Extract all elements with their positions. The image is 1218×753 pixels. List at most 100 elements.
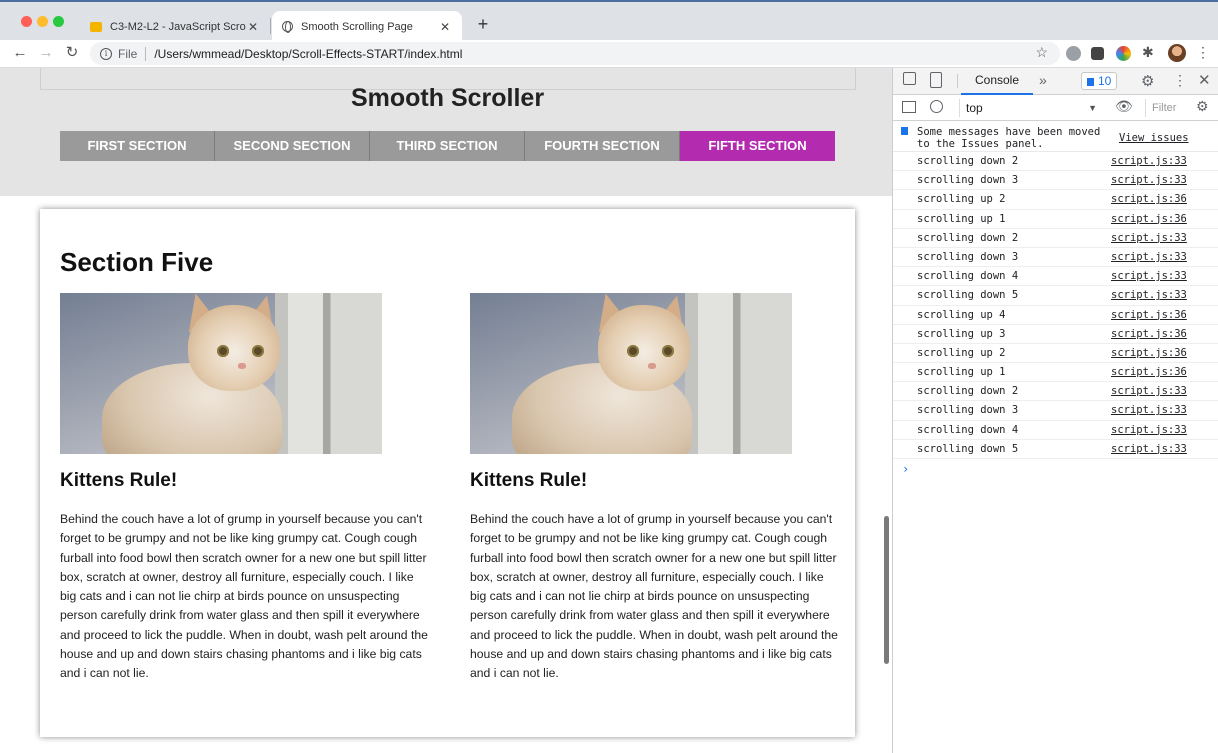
section-nav: FIRST SECTION SECOND SECTION THIRD SECTI… (60, 131, 835, 161)
sidebar-toggle-icon[interactable] (902, 101, 916, 113)
slides-icon (90, 21, 102, 32)
filter-input[interactable]: Filter (1145, 99, 1185, 117)
log-text: scrolling down 5 (917, 289, 1019, 302)
log-text: scrolling up 2 (917, 346, 1006, 359)
log-source-link[interactable]: script.js:33 (1111, 385, 1187, 397)
log-source-link[interactable]: script.js:33 (1111, 289, 1187, 301)
console-log-row: scrolling up 1 script.js:36 (893, 210, 1218, 229)
puzzle-icon[interactable]: ✱ (1142, 44, 1154, 61)
tab-console[interactable]: Console (961, 68, 1033, 95)
console-prompt[interactable]: › (893, 459, 1218, 479)
log-source-link[interactable]: script.js:33 (1111, 251, 1187, 263)
page-viewport: Smooth Scroller FIRST SECTION SECOND SEC… (0, 68, 892, 753)
console-log-row: scrolling down 2 script.js:33 (893, 229, 1218, 248)
info-icon[interactable]: i (100, 47, 112, 60)
log-source-link[interactable]: script.js:36 (1111, 328, 1187, 340)
inspect-element-icon[interactable] (903, 72, 916, 85)
color-extension-icon[interactable] (1116, 46, 1131, 61)
console-log-row: scrolling down 2 script.js:33 (893, 382, 1218, 402)
bookmark-star-icon[interactable]: ☆ (1035, 44, 1048, 61)
gear-icon[interactable]: ⚙ (1141, 72, 1154, 90)
chevron-down-icon: ▼ (1088, 103, 1097, 113)
console-log-row: scrolling down 3 script.js:33 (893, 401, 1218, 421)
log-source-link[interactable]: script.js:33 (1111, 155, 1187, 167)
close-icon[interactable]: ✕ (438, 20, 452, 34)
site-header: Smooth Scroller FIRST SECTION SECOND SEC… (0, 68, 892, 196)
address-bar[interactable]: i File /Users/wmmead/Desktop/Scroll-Effe… (90, 42, 1060, 65)
log-source-link[interactable]: script.js:36 (1111, 309, 1187, 321)
close-icon[interactable]: ✕ (246, 20, 260, 34)
info-message-text: Some messages have been moved to the Iss… (917, 126, 1101, 150)
kebab-menu-icon[interactable]: ⋮ (1173, 72, 1187, 89)
issues-badge[interactable]: 10 (1081, 72, 1118, 90)
scrollbar-thumb[interactable] (884, 516, 889, 664)
log-source-link[interactable]: script.js:36 (1111, 213, 1187, 225)
log-text: scrolling down 3 (917, 404, 1019, 417)
extension-icon[interactable] (1091, 47, 1104, 60)
globe-icon (282, 21, 293, 33)
console-log-row: scrolling up 4 script.js:36 (893, 306, 1218, 325)
console-log-row: scrolling down 2 script.js:33 (893, 152, 1218, 172)
forward-arrow-icon[interactable]: → (36, 43, 56, 63)
device-toolbar-icon[interactable] (930, 72, 942, 88)
tab-title: Smooth Scrolling Page (301, 20, 413, 33)
tab-title: C3-M2-L2 - JavaScript Scroll E (110, 20, 246, 33)
view-issues-link[interactable]: View issues (1119, 132, 1189, 144)
clear-console-icon[interactable] (930, 100, 943, 113)
content-column: Kittens Rule! Behind the couch have a lo… (470, 293, 838, 684)
kitten-image (60, 293, 382, 454)
reload-icon[interactable]: ↻ (62, 43, 82, 63)
log-source-link[interactable]: script.js:33 (1111, 174, 1187, 186)
log-text: scrolling up 1 (917, 366, 1006, 379)
column-text: Behind the couch have a lot of grump in … (60, 512, 428, 681)
column-heading: Kittens Rule! (470, 470, 588, 491)
close-icon[interactable]: ✕ (1198, 71, 1211, 89)
console-log-row: scrolling down 3 script.js:33 (893, 171, 1218, 191)
log-text: scrolling up 1 (917, 212, 1006, 225)
nav-second-section[interactable]: SECOND SECTION (215, 131, 370, 161)
kebab-menu-icon[interactable]: ⋮ (1196, 44, 1210, 61)
avatar[interactable] (1168, 44, 1186, 62)
console-log-row: scrolling down 5 script.js:33 (893, 440, 1218, 459)
more-tabs-icon[interactable]: » (1039, 72, 1047, 88)
column-heading: Kittens Rule! (60, 470, 178, 491)
log-source-link[interactable]: script.js:36 (1111, 347, 1187, 359)
log-list: scrolling down 2 script.js:33 scrolling do… (893, 152, 1218, 459)
eye-icon[interactable]: 👁 (1115, 98, 1133, 115)
divider (145, 46, 147, 61)
log-source-link[interactable]: script.js:33 (1111, 232, 1187, 244)
nav-first-section[interactable]: FIRST SECTION (60, 131, 215, 161)
context-select[interactable]: top ▼ (959, 99, 1101, 117)
back-arrow-icon[interactable]: ← (10, 43, 30, 63)
console-log-row: scrolling down 3 script.js:33 (893, 248, 1218, 268)
section-heading: Section Five (60, 247, 214, 277)
tab-slides[interactable]: C3-M2-L2 - JavaScript Scroll E ✕ (80, 11, 270, 42)
context-value: top (966, 101, 983, 115)
log-source-link[interactable]: script.js:36 (1111, 193, 1187, 205)
log-text: scrolling down 5 (917, 442, 1019, 455)
nav-third-section[interactable]: THIRD SECTION (370, 131, 525, 161)
new-tab-button[interactable]: + (474, 14, 492, 35)
info-flag-icon (901, 127, 908, 135)
close-window-button[interactable] (21, 16, 32, 27)
page-title: Smooth Scroller (350, 84, 545, 112)
nav-fifth-section[interactable]: FIFTH SECTION (680, 131, 835, 161)
log-text: scrolling down 2 (917, 385, 1019, 398)
extension-icon[interactable] (1066, 46, 1081, 61)
gear-icon[interactable]: ⚙ (1196, 98, 1209, 115)
devtools-tabbar: Console » 10 ⚙ ⋮ ✕ (893, 68, 1218, 95)
tab-smooth-scrolling[interactable]: Smooth Scrolling Page ✕ (272, 11, 462, 42)
nav-fourth-section[interactable]: FOURTH SECTION (525, 131, 680, 161)
log-source-link[interactable]: script.js:33 (1111, 443, 1187, 455)
log-source-link[interactable]: script.js:36 (1111, 366, 1187, 378)
log-text: scrolling up 3 (917, 327, 1006, 340)
maximize-window-button[interactable] (53, 16, 64, 27)
minimize-window-button[interactable] (37, 16, 48, 27)
log-source-link[interactable]: script.js:33 (1111, 424, 1187, 436)
log-source-link[interactable]: script.js:33 (1111, 404, 1187, 416)
url-text[interactable]: /Users/wmmead/Desktop/Scroll-Effects-STA… (154, 47, 462, 61)
log-text: scrolling up 2 (917, 193, 1006, 206)
console-log-row: scrolling down 5 script.js:33 (893, 286, 1218, 306)
log-source-link[interactable]: script.js:33 (1111, 270, 1187, 282)
console-toolbar: top ▼ 👁 Filter ⚙ (893, 95, 1218, 121)
